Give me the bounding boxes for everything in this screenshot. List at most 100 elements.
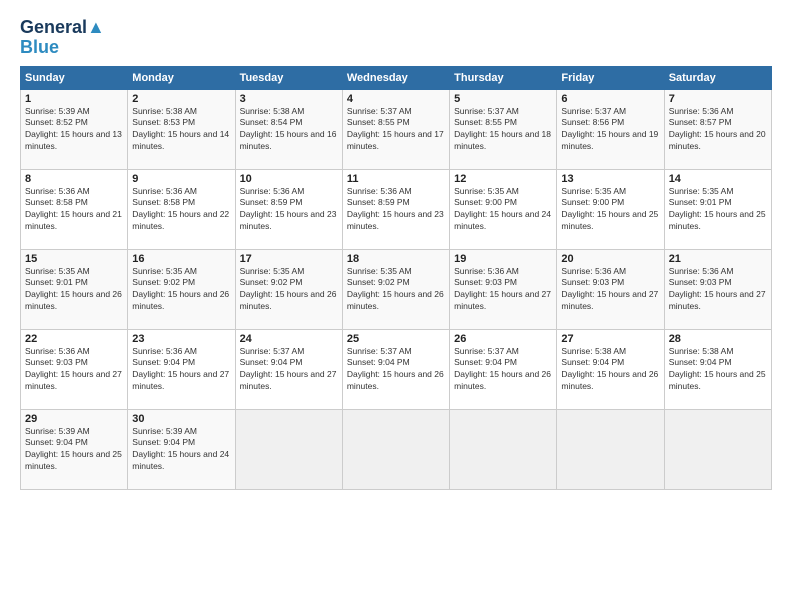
calendar-cell: 15 Sunrise: 5:35 AM Sunset: 9:01 PM Dayl… [21, 249, 128, 329]
calendar-cell: 27 Sunrise: 5:38 AM Sunset: 9:04 PM Dayl… [557, 329, 664, 409]
day-info: Sunrise: 5:38 AM Sunset: 8:53 PM Dayligh… [132, 106, 229, 152]
calendar-cell [664, 409, 771, 489]
day-info: Sunrise: 5:35 AM Sunset: 9:00 PM Dayligh… [561, 186, 658, 232]
day-number: 28 [669, 333, 767, 345]
calendar-week-3: 22 Sunrise: 5:36 AM Sunset: 9:03 PM Dayl… [21, 329, 772, 409]
calendar-week-1: 8 Sunrise: 5:36 AM Sunset: 8:58 PM Dayli… [21, 169, 772, 249]
col-header-saturday: Saturday [664, 66, 771, 89]
day-number: 4 [347, 93, 445, 105]
day-info: Sunrise: 5:36 AM Sunset: 8:57 PM Dayligh… [669, 106, 766, 152]
day-info: Sunrise: 5:39 AM Sunset: 9:04 PM Dayligh… [132, 426, 229, 472]
calendar-cell: 19 Sunrise: 5:36 AM Sunset: 9:03 PM Dayl… [450, 249, 557, 329]
day-info: Sunrise: 5:35 AM Sunset: 9:00 PM Dayligh… [454, 186, 551, 232]
day-number: 12 [454, 173, 552, 185]
day-info: Sunrise: 5:35 AM Sunset: 9:02 PM Dayligh… [132, 266, 229, 312]
calendar-header-row: SundayMondayTuesdayWednesdayThursdayFrid… [21, 66, 772, 89]
day-info: Sunrise: 5:37 AM Sunset: 8:56 PM Dayligh… [561, 106, 658, 152]
calendar-cell: 7 Sunrise: 5:36 AM Sunset: 8:57 PM Dayli… [664, 89, 771, 169]
day-info: Sunrise: 5:37 AM Sunset: 9:04 PM Dayligh… [454, 346, 551, 392]
calendar-cell: 30 Sunrise: 5:39 AM Sunset: 9:04 PM Dayl… [128, 409, 235, 489]
calendar-cell: 23 Sunrise: 5:36 AM Sunset: 9:04 PM Dayl… [128, 329, 235, 409]
calendar-cell: 17 Sunrise: 5:35 AM Sunset: 9:02 PM Dayl… [235, 249, 342, 329]
calendar-cell: 28 Sunrise: 5:38 AM Sunset: 9:04 PM Dayl… [664, 329, 771, 409]
calendar-cell: 16 Sunrise: 5:35 AM Sunset: 9:02 PM Dayl… [128, 249, 235, 329]
calendar-cell: 24 Sunrise: 5:37 AM Sunset: 9:04 PM Dayl… [235, 329, 342, 409]
day-number: 3 [240, 93, 338, 105]
header: General▲ Blue [20, 18, 772, 58]
day-info: Sunrise: 5:36 AM Sunset: 8:58 PM Dayligh… [25, 186, 122, 232]
calendar-cell [557, 409, 664, 489]
day-number: 27 [561, 333, 659, 345]
calendar-cell: 5 Sunrise: 5:37 AM Sunset: 8:55 PM Dayli… [450, 89, 557, 169]
calendar-week-2: 15 Sunrise: 5:35 AM Sunset: 9:01 PM Dayl… [21, 249, 772, 329]
day-info: Sunrise: 5:35 AM Sunset: 9:01 PM Dayligh… [25, 266, 122, 312]
day-info: Sunrise: 5:36 AM Sunset: 9:04 PM Dayligh… [132, 346, 229, 392]
day-number: 8 [25, 173, 123, 185]
day-number: 17 [240, 253, 338, 265]
calendar-cell: 6 Sunrise: 5:37 AM Sunset: 8:56 PM Dayli… [557, 89, 664, 169]
day-number: 20 [561, 253, 659, 265]
calendar-cell: 10 Sunrise: 5:36 AM Sunset: 8:59 PM Dayl… [235, 169, 342, 249]
day-info: Sunrise: 5:39 AM Sunset: 9:04 PM Dayligh… [25, 426, 122, 472]
day-info: Sunrise: 5:36 AM Sunset: 9:03 PM Dayligh… [25, 346, 122, 392]
calendar-cell: 4 Sunrise: 5:37 AM Sunset: 8:55 PM Dayli… [342, 89, 449, 169]
day-info: Sunrise: 5:36 AM Sunset: 8:58 PM Dayligh… [132, 186, 229, 232]
col-header-friday: Friday [557, 66, 664, 89]
day-number: 7 [669, 93, 767, 105]
calendar-cell: 1 Sunrise: 5:39 AM Sunset: 8:52 PM Dayli… [21, 89, 128, 169]
day-number: 2 [132, 93, 230, 105]
day-number: 1 [25, 93, 123, 105]
calendar-cell: 8 Sunrise: 5:36 AM Sunset: 8:58 PM Dayli… [21, 169, 128, 249]
day-info: Sunrise: 5:39 AM Sunset: 8:52 PM Dayligh… [25, 106, 122, 152]
day-number: 23 [132, 333, 230, 345]
calendar-cell: 11 Sunrise: 5:36 AM Sunset: 8:59 PM Dayl… [342, 169, 449, 249]
day-info: Sunrise: 5:37 AM Sunset: 8:55 PM Dayligh… [454, 106, 551, 152]
calendar-cell: 29 Sunrise: 5:39 AM Sunset: 9:04 PM Dayl… [21, 409, 128, 489]
day-info: Sunrise: 5:37 AM Sunset: 9:04 PM Dayligh… [347, 346, 444, 392]
day-number: 6 [561, 93, 659, 105]
day-number: 14 [669, 173, 767, 185]
calendar-cell: 25 Sunrise: 5:37 AM Sunset: 9:04 PM Dayl… [342, 329, 449, 409]
day-info: Sunrise: 5:36 AM Sunset: 8:59 PM Dayligh… [347, 186, 444, 232]
col-header-tuesday: Tuesday [235, 66, 342, 89]
calendar-cell: 3 Sunrise: 5:38 AM Sunset: 8:54 PM Dayli… [235, 89, 342, 169]
day-number: 30 [132, 413, 230, 425]
day-number: 25 [347, 333, 445, 345]
calendar-cell [235, 409, 342, 489]
day-number: 24 [240, 333, 338, 345]
day-info: Sunrise: 5:36 AM Sunset: 9:03 PM Dayligh… [669, 266, 766, 312]
day-number: 18 [347, 253, 445, 265]
calendar-cell [342, 409, 449, 489]
calendar-week-0: 1 Sunrise: 5:39 AM Sunset: 8:52 PM Dayli… [21, 89, 772, 169]
day-info: Sunrise: 5:36 AM Sunset: 8:59 PM Dayligh… [240, 186, 337, 232]
day-info: Sunrise: 5:35 AM Sunset: 9:02 PM Dayligh… [240, 266, 337, 312]
calendar-cell: 12 Sunrise: 5:35 AM Sunset: 9:00 PM Dayl… [450, 169, 557, 249]
calendar-cell: 18 Sunrise: 5:35 AM Sunset: 9:02 PM Dayl… [342, 249, 449, 329]
calendar-cell: 2 Sunrise: 5:38 AM Sunset: 8:53 PM Dayli… [128, 89, 235, 169]
day-number: 10 [240, 173, 338, 185]
calendar-cell: 22 Sunrise: 5:36 AM Sunset: 9:03 PM Dayl… [21, 329, 128, 409]
calendar-cell: 14 Sunrise: 5:35 AM Sunset: 9:01 PM Dayl… [664, 169, 771, 249]
day-info: Sunrise: 5:38 AM Sunset: 9:04 PM Dayligh… [561, 346, 658, 392]
calendar-table: SundayMondayTuesdayWednesdayThursdayFrid… [20, 66, 772, 490]
day-info: Sunrise: 5:35 AM Sunset: 9:01 PM Dayligh… [669, 186, 766, 232]
day-number: 26 [454, 333, 552, 345]
calendar-week-4: 29 Sunrise: 5:39 AM Sunset: 9:04 PM Dayl… [21, 409, 772, 489]
logo-text-general: General▲ [20, 18, 105, 38]
logo-triangle-icon: ▲ [87, 17, 105, 37]
calendar-cell: 13 Sunrise: 5:35 AM Sunset: 9:00 PM Dayl… [557, 169, 664, 249]
day-info: Sunrise: 5:35 AM Sunset: 9:02 PM Dayligh… [347, 266, 444, 312]
col-header-thursday: Thursday [450, 66, 557, 89]
day-number: 15 [25, 253, 123, 265]
logo-text-blue: Blue [20, 38, 59, 58]
calendar-cell [450, 409, 557, 489]
day-number: 9 [132, 173, 230, 185]
col-header-wednesday: Wednesday [342, 66, 449, 89]
day-info: Sunrise: 5:36 AM Sunset: 9:03 PM Dayligh… [561, 266, 658, 312]
calendar-cell: 21 Sunrise: 5:36 AM Sunset: 9:03 PM Dayl… [664, 249, 771, 329]
calendar-cell: 26 Sunrise: 5:37 AM Sunset: 9:04 PM Dayl… [450, 329, 557, 409]
day-number: 22 [25, 333, 123, 345]
calendar-cell: 20 Sunrise: 5:36 AM Sunset: 9:03 PM Dayl… [557, 249, 664, 329]
day-info: Sunrise: 5:37 AM Sunset: 9:04 PM Dayligh… [240, 346, 337, 392]
col-header-sunday: Sunday [21, 66, 128, 89]
